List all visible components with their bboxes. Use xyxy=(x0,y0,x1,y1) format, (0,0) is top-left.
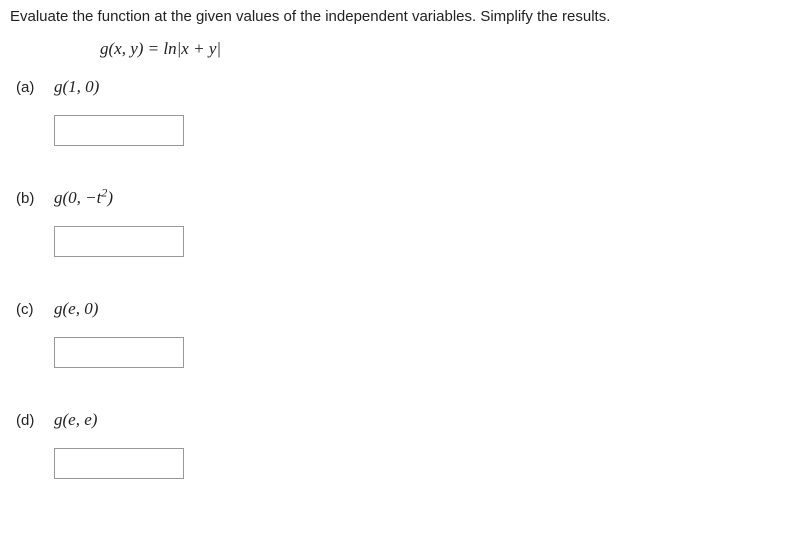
part-c: (c) g(e, 0) xyxy=(10,299,796,368)
part-c-answer-input[interactable] xyxy=(54,337,184,368)
instructions-text: Evaluate the function at the given value… xyxy=(10,8,796,25)
part-a-label: (a) xyxy=(16,79,54,96)
formula-eq: = xyxy=(143,39,163,58)
part-a-expression: g(1, 0) xyxy=(54,77,99,97)
part-a-answer-input[interactable] xyxy=(54,115,184,146)
part-b-expression: g(0, −t2) xyxy=(54,188,113,208)
part-d-answer-input[interactable] xyxy=(54,448,184,479)
part-d: (d) g(e, e) xyxy=(10,410,796,479)
part-b: (b) g(0, −t2) xyxy=(10,188,796,257)
part-d-label: (d) xyxy=(16,412,54,429)
part-c-expression: g(e, 0) xyxy=(54,299,98,319)
part-b-label: (b) xyxy=(16,190,54,207)
part-a: (a) g(1, 0) xyxy=(10,77,796,146)
formula-lhs: g(x, y) xyxy=(100,39,143,58)
part-c-label: (c) xyxy=(16,301,54,318)
function-definition: g(x, y) = ln|x + y| xyxy=(100,39,796,59)
part-b-answer-input[interactable] xyxy=(54,226,184,257)
formula-rhs: ln|x + y| xyxy=(163,39,221,58)
part-d-expression: g(e, e) xyxy=(54,410,97,430)
